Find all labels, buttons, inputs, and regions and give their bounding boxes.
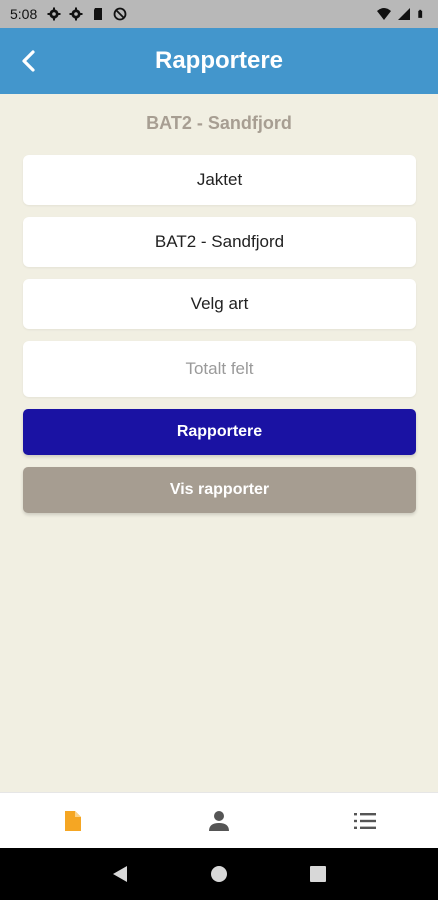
person-icon (209, 810, 229, 831)
home-circle-icon (210, 866, 227, 882)
nav-report-tab[interactable] (33, 793, 113, 849)
report-button[interactable]: Rapportere (23, 409, 416, 455)
document-icon (65, 810, 81, 831)
back-button[interactable] (14, 46, 44, 76)
page-title: Rapportere (154, 47, 284, 74)
system-home-button[interactable] (199, 854, 239, 894)
chevron-left-icon (22, 50, 35, 72)
hunting-type-select[interactable]: Jaktet (23, 155, 416, 205)
species-select[interactable]: Velg art (23, 279, 416, 329)
list-icon (354, 812, 376, 829)
status-right (377, 7, 426, 21)
nav-profile-tab[interactable] (179, 793, 259, 849)
total-input[interactable] (23, 341, 416, 397)
app-header: Rapportere (0, 28, 438, 94)
recents-square-icon (310, 866, 327, 882)
total-field-container (23, 341, 416, 397)
system-recents-button[interactable] (298, 854, 338, 894)
gear-icon (69, 7, 83, 21)
area-value: BAT2 - Sandfjord (154, 232, 285, 251)
signal-icon (398, 8, 410, 20)
system-back-button[interactable] (100, 854, 140, 894)
status-bar: 5:08 (0, 0, 438, 28)
hunting-type-value: Jaktet (196, 170, 243, 189)
status-left: 5:08 (10, 6, 127, 22)
status-time: 5:08 (10, 6, 38, 22)
location-subtitle: BAT2 - Sandfjord (146, 113, 292, 133)
system-nav-bar (0, 848, 438, 900)
species-value: Velg art (190, 294, 249, 313)
bottom-nav (0, 792, 438, 848)
area-select[interactable]: BAT2 - Sandfjord (23, 217, 416, 267)
gear-icon (47, 7, 61, 21)
nav-list-tab[interactable] (325, 793, 405, 849)
sd-card-icon (94, 8, 103, 20)
battery-icon (418, 9, 423, 18)
no-sync-icon (113, 7, 127, 21)
wifi-icon (377, 8, 391, 20)
show-reports-button[interactable]: Vis rapporter (23, 467, 416, 513)
back-triangle-icon (112, 866, 127, 882)
